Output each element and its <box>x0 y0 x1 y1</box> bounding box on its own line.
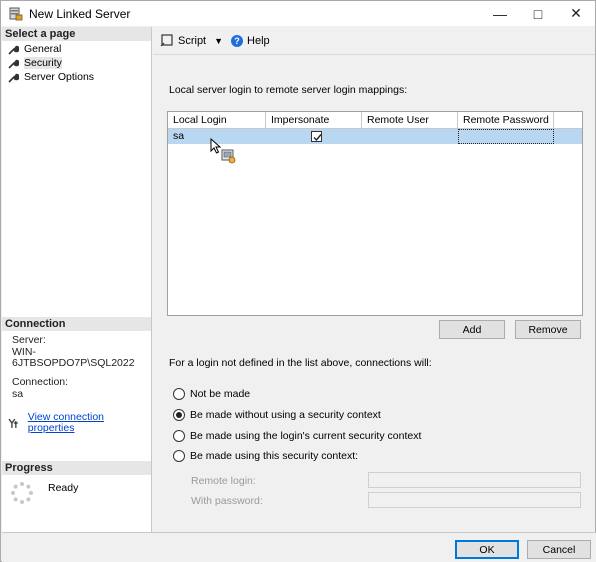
select-page-header: Select a page <box>2 27 151 41</box>
window-title: New Linked Server <box>29 6 131 21</box>
connection-label: Connection: <box>12 376 69 388</box>
connection-properties-icon <box>8 418 18 428</box>
help-button[interactable]: ? Help <box>231 34 270 47</box>
mapping-label: Local server login to remote server logi… <box>169 84 408 96</box>
radio-circle[interactable] <box>173 388 185 400</box>
page-item-label: Server Options <box>24 71 95 83</box>
column-header-local-login[interactable]: Local Login <box>168 112 266 128</box>
chevron-down-icon[interactable]: ▼ <box>214 36 223 46</box>
radio-label: Be made using this security context: <box>190 450 359 462</box>
server-label: Server: <box>12 334 46 346</box>
page-item-general[interactable]: General <box>2 42 151 56</box>
app-icon <box>9 7 23 21</box>
ok-button[interactable]: OK <box>455 540 519 559</box>
radio-this-security-context[interactable]: Be made using this security context: <box>173 450 358 462</box>
column-header-remote-password[interactable]: Remote Password <box>458 112 554 128</box>
column-header-impersonate[interactable]: Impersonate <box>266 112 362 128</box>
radio-circle[interactable] <box>173 450 185 462</box>
close-button[interactable]: ✕ <box>557 1 595 26</box>
page-item-server-options[interactable]: Server Options <box>2 70 151 84</box>
wrench-icon <box>8 59 19 69</box>
radio-label: Be made without using a security context <box>190 409 381 421</box>
view-connection-properties-link[interactable]: View connection properties <box>28 412 151 434</box>
radio-circle[interactable] <box>173 430 185 442</box>
radio-label: Not be made <box>190 388 251 400</box>
help-icon: ? <box>231 34 244 47</box>
page-item-security[interactable]: Security <box>2 56 151 70</box>
remote-login-label: Remote login: <box>191 475 256 487</box>
left-pane: Select a page General Security Server Op… <box>2 27 152 532</box>
impersonate-checkbox[interactable] <box>311 131 322 142</box>
remote-login-input[interactable] <box>368 472 581 488</box>
add-button[interactable]: Add <box>439 320 505 339</box>
cancel-button[interactable]: Cancel <box>527 540 591 559</box>
connection-header: Connection <box>2 317 151 331</box>
mouse-cursor-icon <box>210 138 236 164</box>
progress-section: Progress Ready <box>2 461 151 505</box>
with-password-label: With password: <box>191 495 263 507</box>
page-item-label: General <box>24 43 62 55</box>
remove-button[interactable]: Remove <box>515 320 581 339</box>
wrench-icon <box>8 73 19 83</box>
dialog-footer: OK Cancel <box>2 532 596 562</box>
remote-user-cell[interactable] <box>362 129 458 144</box>
connection-section: Connection Server: WIN-6JTBSOPDO7P\SQL20… <box>2 317 151 435</box>
minimize-button[interactable]: — <box>481 1 519 26</box>
script-label: Script <box>178 34 207 47</box>
script-button[interactable]: Script ▼ <box>160 34 223 47</box>
radio-login-current-context[interactable]: Be made using the login's current securi… <box>173 430 421 442</box>
progress-spinner-icon <box>11 482 33 504</box>
fallback-label: For a login not defined in the list abov… <box>169 357 432 369</box>
title-bar: New Linked Server — □ ✕ <box>1 1 595 26</box>
grid-header: Local Login Impersonate Remote User Remo… <box>168 112 582 129</box>
page-item-label: Security <box>24 57 62 69</box>
remote-password-cell[interactable] <box>458 129 554 144</box>
dialog-window: New Linked Server — □ ✕ Select a page Ge… <box>0 0 596 562</box>
impersonate-cell[interactable] <box>266 129 362 144</box>
radio-label: Be made using the login's current securi… <box>190 430 422 442</box>
maximize-button[interactable]: □ <box>519 1 557 26</box>
with-password-input[interactable] <box>368 492 581 508</box>
radio-without-security-context[interactable]: Be made without using a security context <box>173 409 381 421</box>
server-value: WIN-6JTBSOPDO7P\SQL2022 <box>12 346 135 369</box>
progress-header: Progress <box>2 461 151 475</box>
column-header-remote-user[interactable]: Remote User <box>362 112 458 128</box>
right-pane: Script ▼ ? Help Local server login to re… <box>153 27 595 532</box>
help-label: Help <box>247 34 270 47</box>
radio-circle[interactable] <box>173 409 185 421</box>
wrench-icon <box>8 45 19 55</box>
script-icon <box>160 34 173 47</box>
connection-value: sa <box>12 388 24 400</box>
progress-status: Ready <box>48 482 79 494</box>
toolbar: Script ▼ ? Help <box>153 27 595 55</box>
radio-not-be-made[interactable]: Not be made <box>173 388 250 400</box>
